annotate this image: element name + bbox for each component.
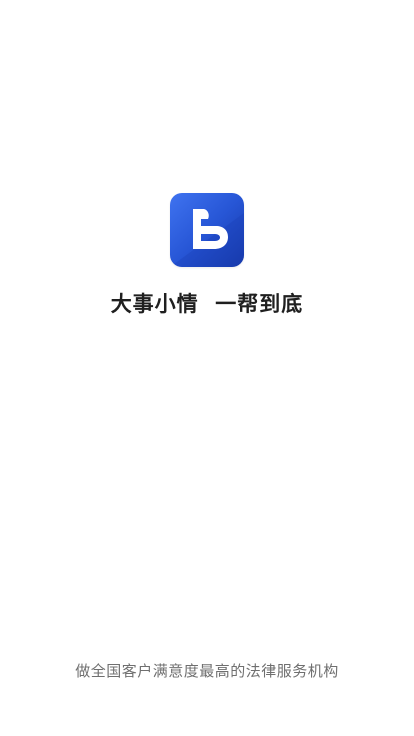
b-logo-icon — [170, 209, 244, 267]
footer-tagline: 做全国客户满意度最高的法律服务机构 — [75, 662, 339, 680]
splash-screen: 大事小情 一帮到底 做全国客户满意度最高的法律服务机构 — [0, 0, 414, 736]
slogan-text: 大事小情 一帮到底 — [110, 292, 304, 316]
app-logo — [170, 193, 244, 267]
